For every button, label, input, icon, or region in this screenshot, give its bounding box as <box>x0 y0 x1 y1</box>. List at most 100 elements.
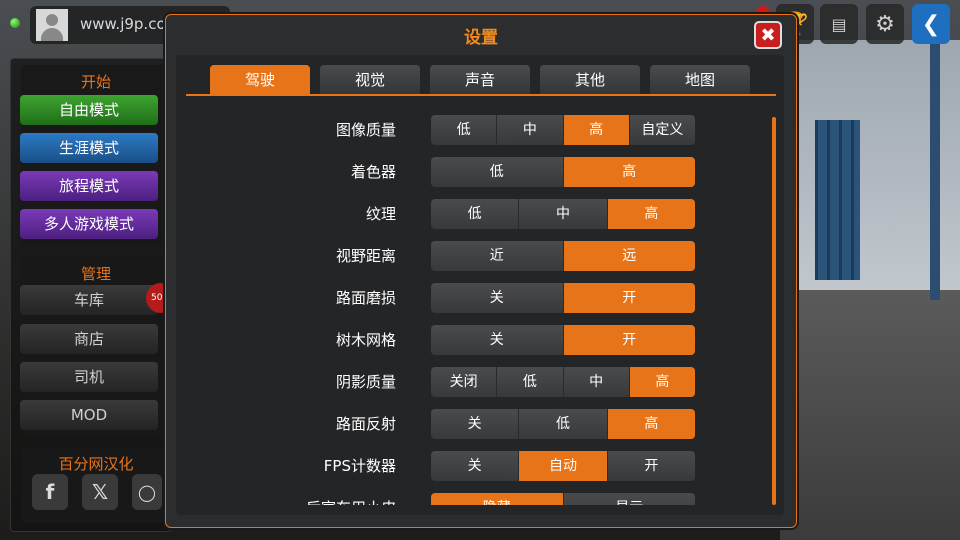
segmented-control: 隐藏显示 <box>431 493 695 505</box>
tab-0[interactable]: 驾驶 <box>210 65 310 95</box>
segmented-control: 关开 <box>431 325 695 355</box>
option-button[interactable]: 低 <box>519 409 608 439</box>
settings-content: 驾驶 视觉 声音 其他 地图 图像质量低中高自定义 着色器低高纹理低中高视野距离近远路面磨… <box>176 55 784 515</box>
setting-label: 阴影质量 <box>335 373 396 391</box>
option-button[interactable]: 高 <box>607 409 695 439</box>
option-button[interactable]: 低 <box>497 367 564 397</box>
setting-row: 阴影质量 关闭低中高 <box>176 367 776 397</box>
multiplayer-mode-button[interactable]: 多人游戏模式 <box>20 209 158 239</box>
settings-dialog: 设置 ✖ 驾驶 视觉 声音 其他 地图 图像质量低中高自定义 着色器低高纹理低中高视野距离… <box>165 14 797 528</box>
setting-label: 后室车用小皮 <box>306 493 396 505</box>
instagram-icon: ◯ <box>138 482 156 502</box>
option-button[interactable]: 中 <box>519 199 608 229</box>
setting-row: 路面磨损 关开 <box>176 283 776 313</box>
option-button[interactable]: 自动 <box>519 451 608 481</box>
segmented-control: 关闭低中高 <box>431 367 695 397</box>
tab-4[interactable]: 地图 <box>650 65 750 95</box>
segmented-control: 关自动开 <box>431 451 695 481</box>
tab-2[interactable]: 声音 <box>430 65 530 95</box>
segmented-control: 近远 <box>431 241 695 271</box>
avatar-head <box>46 14 58 26</box>
setting-label: 着色器 <box>350 163 396 181</box>
background-post <box>930 40 940 300</box>
option-button[interactable]: 开 <box>563 283 695 313</box>
close-icon: ✖ <box>760 24 776 46</box>
setting-row: 视野距离 近远 <box>176 241 776 271</box>
close-button[interactable]: ✖ <box>754 21 782 49</box>
option-button[interactable]: 关 <box>431 409 520 439</box>
option-button[interactable]: 自定义 <box>629 115 695 145</box>
setting-label: 路面反射 <box>335 415 396 433</box>
segmented-control: 关低高 <box>431 409 695 439</box>
back-icon: ❮ <box>921 11 941 37</box>
tab-underline <box>186 94 776 96</box>
garage-button[interactable]: 车库 <box>20 285 158 315</box>
x-button[interactable]: 𝕏 <box>82 474 118 510</box>
setting-label: 路面磨损 <box>335 289 396 307</box>
dialog-title: 设置 <box>464 28 498 48</box>
background-door <box>815 120 860 280</box>
instagram-button[interactable]: ◯ <box>132 474 162 510</box>
option-button[interactable]: 关 <box>431 325 564 355</box>
option-button[interactable]: 高 <box>607 199 695 229</box>
segmented-control: 低高 <box>431 157 695 187</box>
option-button[interactable]: 高 <box>563 115 630 145</box>
facebook-button[interactable]: f <box>32 474 68 510</box>
option-button[interactable]: 关闭 <box>431 367 498 397</box>
setting-row: 纹理 低中高 <box>176 199 776 229</box>
setting-row: 路面反射 关低高 <box>176 409 776 439</box>
avatar-body <box>41 28 63 41</box>
option-button[interactable]: 低 <box>431 199 520 229</box>
setting-label: 纹理 <box>365 205 396 223</box>
setting-row: 后室车用小皮 隐藏显示 <box>176 493 776 505</box>
start-title: 开始 <box>80 73 111 91</box>
option-button[interactable]: 远 <box>563 241 695 271</box>
option-button[interactable]: 显示 <box>563 493 695 505</box>
facebook-icon: f <box>45 480 55 504</box>
back-button[interactable]: ❮ <box>912 4 950 44</box>
tab-3[interactable]: 其他 <box>540 65 640 95</box>
option-button[interactable]: 高 <box>563 157 695 187</box>
scrollbar[interactable] <box>772 117 776 505</box>
tab-1[interactable]: 视觉 <box>320 65 420 95</box>
option-button[interactable]: 中 <box>563 367 630 397</box>
option-button[interactable]: 中 <box>497 115 564 145</box>
option-button[interactable]: 低 <box>431 157 564 187</box>
setting-row: 树木网格 关开 <box>176 325 776 355</box>
journey-mode-button[interactable]: 旅程模式 <box>20 171 158 201</box>
option-button[interactable]: 近 <box>431 241 564 271</box>
setting-row: 图像质量 低中高自定义 <box>176 115 776 145</box>
drivers-button[interactable]: 司机 <box>20 362 158 392</box>
segmented-control: 关开 <box>431 283 695 313</box>
settings-button[interactable]: ⚙ <box>866 4 904 44</box>
online-status-icon <box>10 18 20 28</box>
option-button[interactable]: 隐藏 <box>431 493 564 505</box>
manage-title: 管理 <box>80 265 111 283</box>
option-button[interactable]: 开 <box>563 325 695 355</box>
setting-label: 树木网格 <box>335 331 396 349</box>
option-button[interactable]: 关 <box>431 283 564 313</box>
option-button[interactable]: 关 <box>431 451 520 481</box>
shop-button[interactable]: 商店 <box>20 324 158 354</box>
setting-row: 着色器 低高 <box>176 157 776 187</box>
setting-label: FPS计数器 <box>323 457 396 475</box>
segmented-control: 低中高 <box>431 199 695 229</box>
settings-list[interactable]: 图像质量低中高自定义 着色器低高纹理低中高视野距离近远路面磨损关开树木网格关开阴影… <box>176 105 784 505</box>
option-button[interactable]: 低 <box>431 115 498 145</box>
free-mode-button[interactable]: 自由模式 <box>20 95 158 125</box>
leaderboard-icon: ▤ <box>831 14 847 34</box>
community-title: 百分网汉化 <box>58 455 134 473</box>
gear-icon: ⚙ <box>875 11 895 37</box>
avatar <box>36 9 68 41</box>
leaderboard-button[interactable]: ▤ <box>820 4 858 44</box>
option-button[interactable]: 开 <box>607 451 695 481</box>
setting-label: 图像质量 <box>335 121 396 139</box>
option-button[interactable]: 高 <box>629 367 695 397</box>
segmented-control: 低中高自定义 <box>431 115 695 145</box>
x-icon: 𝕏 <box>91 480 109 504</box>
setting-row: FPS计数器 关自动开 <box>176 451 776 481</box>
career-mode-button[interactable]: 生涯模式 <box>20 133 158 163</box>
background-floor <box>780 290 960 540</box>
setting-label: 视野距离 <box>335 247 396 265</box>
mod-button[interactable]: MOD <box>20 400 158 430</box>
